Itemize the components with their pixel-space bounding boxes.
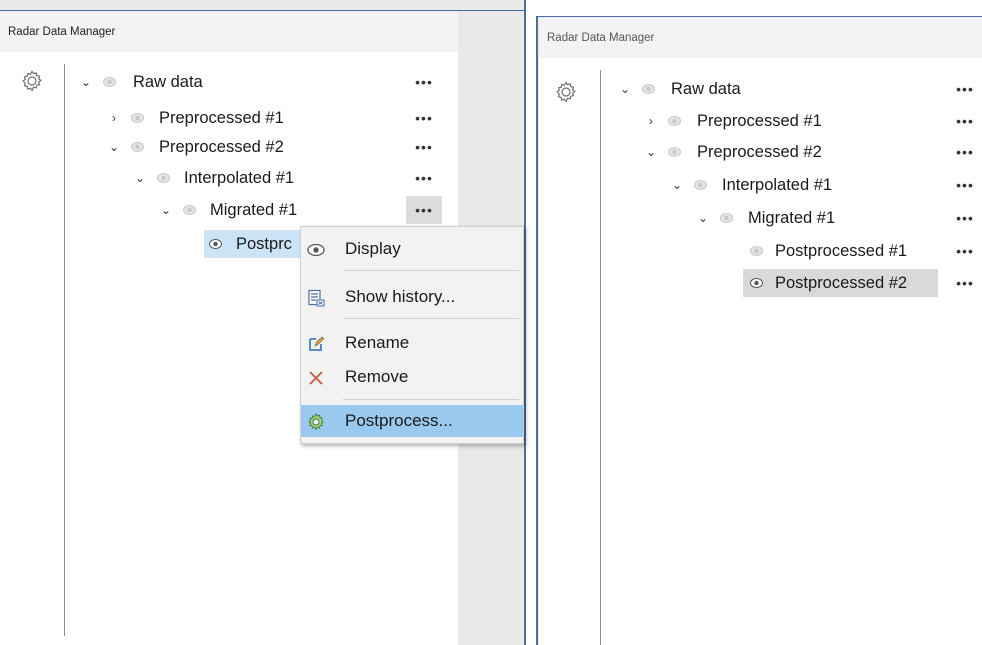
panel-title: Radar Data Manager — [0, 12, 458, 52]
menu-item-display[interactable]: Display — [301, 233, 523, 265]
eye-icon[interactable] — [720, 212, 733, 224]
tree-item-label: Interpolated #1 — [184, 169, 295, 187]
tree-item-label: Migrated #1 — [748, 209, 836, 227]
eye-icon[interactable] — [668, 115, 681, 127]
chevron-down-icon[interactable]: ⌄ — [134, 164, 146, 192]
tree-item-label: Postprocessed #1 — [775, 242, 908, 260]
chevron-right-icon[interactable]: › — [108, 104, 120, 132]
tree-item-preprocessed-2[interactable]: ⌄ Preprocessed #2 ••• — [78, 133, 450, 161]
menu-item-postprocess[interactable]: Postprocess... — [301, 405, 523, 437]
chevron-down-icon[interactable]: ⌄ — [645, 138, 657, 166]
tree-item-label: Postprc — [236, 235, 292, 253]
eye-icon[interactable] — [209, 238, 222, 250]
eye-icon[interactable] — [157, 172, 170, 184]
tree-divider-line — [600, 70, 601, 645]
chevron-down-icon[interactable]: ⌄ — [671, 171, 683, 199]
settings-gear-icon[interactable] — [555, 81, 577, 103]
tree-item-label: Raw data — [671, 80, 741, 98]
tree-item-migrated-1[interactable]: ⌄ Migrated #1 ••• — [617, 204, 982, 232]
right-radar-data-manager: Radar Data Manager ⌄ Raw data ••• › Prep… — [539, 18, 982, 645]
settings-gear-icon[interactable] — [21, 70, 43, 92]
menu-separator — [343, 318, 519, 319]
more-options-button[interactable]: ••• — [406, 104, 442, 132]
window-top-border — [0, 10, 526, 11]
more-options-button[interactable]: ••• — [406, 164, 442, 192]
tree-item-raw-data[interactable]: ⌄ Raw data ••• — [617, 75, 982, 103]
menu-item-remove[interactable]: Remove — [301, 361, 523, 393]
eye-icon[interactable] — [131, 112, 144, 124]
tree-item-preprocessed-1[interactable]: › Preprocessed #1 ••• — [78, 104, 450, 132]
eye-icon[interactable] — [750, 277, 763, 289]
tree-item-label: Preprocessed #2 — [697, 143, 822, 161]
tree-item-raw-data[interactable]: ⌄ Raw data ••• — [78, 68, 450, 96]
tree-item-interpolated-1[interactable]: ⌄ Interpolated #1 ••• — [617, 171, 982, 199]
menu-item-label: Rename — [345, 333, 410, 352]
tree-item-preprocessed-1[interactable]: › Preprocessed #1 ••• — [617, 107, 982, 135]
eye-icon[interactable] — [750, 245, 763, 257]
chevron-right-icon[interactable]: › — [645, 107, 657, 135]
menu-separator — [343, 399, 519, 400]
eye-icon[interactable] — [183, 204, 196, 216]
chevron-down-icon[interactable]: ⌄ — [80, 68, 92, 96]
chevron-down-icon[interactable]: ⌄ — [160, 196, 172, 224]
history-icon — [307, 289, 325, 307]
eye-icon — [307, 241, 325, 259]
edit-icon — [307, 335, 325, 353]
close-icon — [307, 369, 325, 387]
eye-icon[interactable] — [668, 146, 681, 158]
panel-title: Radar Data Manager — [539, 18, 982, 58]
more-options-button[interactable]: ••• — [406, 68, 442, 96]
tree-item-label: Preprocessed #1 — [697, 112, 822, 130]
menu-item-show-history[interactable]: Show history... — [301, 281, 523, 313]
right-window-top-border — [536, 16, 982, 17]
tree-divider-line — [64, 64, 65, 636]
eye-icon[interactable] — [642, 83, 655, 95]
left-window-border — [524, 0, 526, 645]
chevron-down-icon[interactable]: ⌄ — [619, 75, 631, 103]
tree-item-postprocessed-1-selected[interactable]: Postprc — [204, 230, 304, 258]
eye-icon[interactable] — [694, 179, 707, 191]
more-options-button[interactable]: ••• — [947, 75, 982, 103]
menu-item-label: Remove — [345, 367, 409, 386]
menu-item-label: Display — [345, 239, 401, 258]
chevron-down-icon[interactable]: ⌄ — [108, 133, 120, 161]
menu-item-label: Show history... — [345, 287, 456, 306]
tree-item-label: Preprocessed #2 — [159, 138, 284, 156]
more-options-button[interactable]: ••• — [947, 237, 982, 265]
tree-item-label: Postprocessed #2 — [775, 274, 908, 292]
eye-icon[interactable] — [103, 76, 116, 88]
eye-icon[interactable] — [131, 141, 144, 153]
tree-item-label: Raw data — [133, 73, 203, 91]
tree-item-postprocessed-1[interactable]: Postprocessed #1 ••• — [617, 237, 982, 265]
menu-item-label: Postprocess... — [345, 411, 453, 430]
menu-separator — [343, 270, 519, 271]
more-options-button[interactable]: ••• — [947, 107, 982, 135]
more-options-button[interactable]: ••• — [406, 133, 442, 161]
more-options-button[interactable]: ••• — [947, 269, 982, 297]
tree-item-migrated-1[interactable]: ⌄ Migrated #1 ••• — [78, 196, 450, 224]
gear-icon — [307, 413, 325, 431]
tree-item-preprocessed-2[interactable]: ⌄ Preprocessed #2 ••• — [617, 138, 982, 166]
tree-item-label: Interpolated #1 — [722, 176, 833, 194]
tree-item-postprocessed-2-selected[interactable]: Postprocessed #2 — [743, 269, 938, 297]
tree-item-label: Migrated #1 — [210, 201, 298, 219]
menu-item-rename[interactable]: Rename — [301, 327, 523, 359]
right-window-border — [536, 16, 538, 645]
more-options-button[interactable]: ••• — [947, 171, 982, 199]
more-options-button-active[interactable]: ••• — [406, 196, 442, 224]
context-menu: Display Show history... Rename Remove Po… — [300, 226, 524, 444]
tree-item-label: Preprocessed #1 — [159, 109, 284, 127]
tree-item-interpolated-1[interactable]: ⌄ Interpolated #1 ••• — [78, 164, 450, 192]
more-options-button[interactable]: ••• — [947, 204, 982, 232]
chevron-down-icon[interactable]: ⌄ — [697, 204, 709, 232]
more-options-button[interactable]: ••• — [947, 138, 982, 166]
